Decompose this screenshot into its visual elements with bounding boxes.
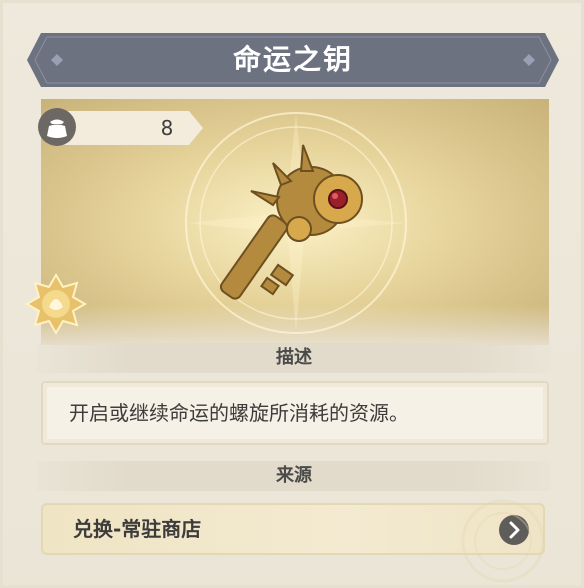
description-header: 描述 xyxy=(37,343,551,373)
item-title: 命运之钥 xyxy=(232,43,353,76)
key-illustration xyxy=(219,144,363,300)
title-banner: 命运之钥 xyxy=(27,33,559,87)
description-header-label: 描述 xyxy=(276,347,312,368)
description-text: 开启或继续命运的螺旋所消耗的资源。 xyxy=(69,401,409,425)
decorative-ring-watermark xyxy=(461,499,545,583)
pouch-icon xyxy=(38,108,76,146)
rarity-badge-icon xyxy=(25,273,87,335)
item-count: 8 xyxy=(160,116,174,140)
description-box: 开启或继续命运的螺旋所消耗的资源。 xyxy=(41,381,549,445)
source-text: 兑换-常驻商店 xyxy=(73,517,202,541)
item-detail-panel: 命运之钥 8 描述 开启或继续命运的螺旋所消耗的资源。 来源 兑换-常驻商店 xyxy=(0,0,584,588)
